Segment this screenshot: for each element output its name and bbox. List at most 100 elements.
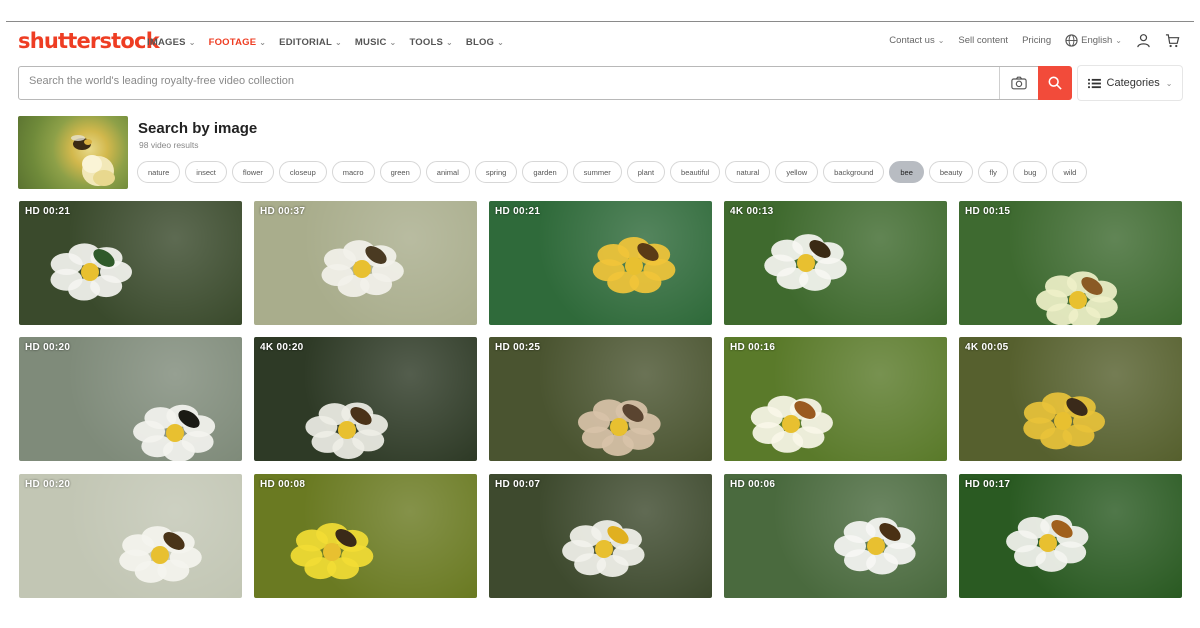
keyword-tag[interactable]: macro — [331, 161, 375, 183]
video-result-card[interactable]: HD 00:15 — [959, 201, 1182, 325]
keyword-tag[interactable]: plant — [626, 161, 666, 183]
nav-editorial[interactable]: EDITORIAL ⌄ — [279, 37, 342, 48]
nav-blog[interactable]: BLOG ⌄ — [466, 37, 504, 48]
video-duration-badge: 4K 00:13 — [730, 206, 774, 217]
video-result-card[interactable]: HD 00:20 — [19, 337, 242, 461]
keyword-tag[interactable]: closeup — [278, 161, 327, 183]
video-thumbnail-image — [1023, 392, 1105, 450]
keyword-tag[interactable]: natural — [725, 161, 771, 183]
keyword-tag[interactable]: wild — [1052, 161, 1088, 183]
keyword-tag[interactable]: insect — [185, 161, 227, 183]
keyword-tag[interactable]: nature — [137, 161, 181, 183]
keyword-tag[interactable]: green — [379, 161, 421, 183]
camera-icon — [1010, 76, 1027, 90]
video-thumbnail-image — [1036, 271, 1118, 325]
chevron-down-icon: ⌄ — [188, 38, 196, 47]
header-right-nav: Contact us ⌄ Sell content Pricing English… — [889, 33, 1180, 48]
video-result-card[interactable]: HD 00:20 — [19, 474, 242, 598]
video-duration-badge: HD 00:21 — [495, 206, 541, 217]
keyword-tag[interactable]: beautiful — [670, 161, 721, 183]
search-icon — [1048, 76, 1062, 90]
chevron-down-icon: ⌄ — [389, 38, 397, 47]
video-thumbnail-image — [750, 395, 833, 453]
video-duration-badge: HD 00:15 — [965, 206, 1011, 217]
video-result-card[interactable]: HD 00:16 — [724, 337, 947, 461]
bee-on-flower-thumbnail-image — [71, 135, 115, 186]
video-duration-badge: HD 00:16 — [730, 342, 776, 353]
keyword-tag[interactable]: bee — [889, 161, 924, 183]
shutterstock-page: shutterstock IMAGES ⌄ FOOTAGE ⌄ EDITORIAL ⌄… — [6, 0, 1194, 628]
video-thumbnail-image — [321, 240, 404, 298]
keyword-tag[interactable]: flower — [231, 161, 274, 183]
video-duration-badge: HD 00:21 — [25, 206, 71, 217]
chevron-down-icon: ⌄ — [937, 36, 945, 45]
video-result-card[interactable]: HD 00:08 — [254, 474, 477, 598]
keyword-tag[interactable]: yellow — [775, 161, 819, 183]
search-by-image-button[interactable] — [999, 67, 1037, 99]
cart-icon[interactable] — [1165, 33, 1180, 48]
keyword-tag[interactable]: garden — [522, 161, 568, 183]
pricing-link[interactable]: Pricing — [1022, 35, 1051, 46]
chevron-down-icon: ⌄ — [259, 38, 267, 47]
keyword-tag[interactable]: summer — [572, 161, 622, 183]
keyword-tag[interactable]: fly — [978, 161, 1008, 183]
nav-images[interactable]: IMAGES ⌄ — [147, 37, 196, 48]
search-button[interactable] — [1038, 66, 1072, 100]
categories-dropdown[interactable]: Categories ⌄ — [1078, 66, 1182, 100]
video-thumbnail-image — [1006, 514, 1089, 572]
query-image-thumbnail[interactable] — [18, 116, 128, 189]
video-thumbnail-image — [592, 237, 676, 294]
chevron-down-icon: ⌄ — [446, 38, 453, 47]
video-thumbnail-image — [290, 523, 374, 580]
chevron-down-icon: ⌄ — [497, 38, 505, 47]
video-result-card[interactable]: 4K 00:05 — [959, 337, 1182, 461]
contact-us-link[interactable]: Contact us ⌄ — [889, 35, 944, 46]
keyword-tag[interactable]: spring — [474, 161, 518, 183]
result-count: 98 video results — [139, 140, 199, 150]
video-result-card[interactable]: 4K 00:20 — [254, 337, 477, 461]
chevron-down-icon: ⌄ — [335, 38, 342, 47]
video-result-card[interactable]: HD 00:06 — [724, 474, 947, 598]
keyword-tag[interactable]: bug — [1012, 161, 1048, 183]
video-thumbnail-image — [577, 399, 661, 456]
search-input[interactable] — [29, 75, 989, 87]
video-duration-badge: HD 00:17 — [965, 479, 1011, 490]
nav-tools[interactable]: TOOLS ⌄ — [409, 37, 452, 48]
video-thumbnail-image — [119, 526, 202, 583]
site-header: shutterstock IMAGES ⌄ FOOTAGE ⌄ EDITORIAL ⌄… — [6, 22, 1194, 62]
nav-music[interactable]: MUSIC ⌄ — [355, 37, 397, 48]
list-icon — [1087, 78, 1101, 88]
video-thumbnail-image — [50, 243, 132, 301]
chevron-down-icon: ⌄ — [1165, 78, 1173, 88]
keyword-tag[interactable]: background — [823, 161, 885, 183]
sell-content-link[interactable]: Sell content — [958, 35, 1008, 46]
video-result-card[interactable]: HD 00:17 — [959, 474, 1182, 598]
user-account-icon[interactable] — [1136, 33, 1151, 48]
globe-icon — [1065, 34, 1078, 47]
video-duration-badge: 4K 00:20 — [260, 342, 304, 353]
keyword-tag[interactable]: beauty — [928, 161, 974, 183]
video-result-card[interactable]: HD 00:21 — [19, 201, 242, 325]
nav-footage[interactable]: FOOTAGE ⌄ — [209, 37, 267, 48]
video-result-card[interactable]: HD 00:07 — [489, 474, 712, 598]
video-duration-badge: HD 00:25 — [495, 342, 541, 353]
video-duration-badge: HD 00:37 — [260, 206, 306, 217]
video-duration-badge: HD 00:07 — [495, 479, 541, 490]
video-result-card[interactable]: HD 00:21 — [489, 201, 712, 325]
search-bar — [18, 66, 1072, 100]
video-thumbnail-image — [305, 402, 388, 459]
chevron-down-icon: ⌄ — [1115, 36, 1122, 45]
keyword-tags: nature insect flower closeup macro green anima… — [137, 161, 1088, 183]
main-nav: IMAGES ⌄ FOOTAGE ⌄ EDITORIAL ⌄ MUSIC ⌄ TOOLS… — [147, 37, 504, 48]
keyword-tag[interactable]: animal — [425, 161, 470, 183]
video-duration-badge: HD 00:20 — [25, 479, 71, 490]
video-duration-badge: HD 00:08 — [260, 479, 306, 490]
video-thumbnail-image — [834, 517, 916, 575]
shutterstock-logo[interactable]: shutterstock — [18, 29, 160, 53]
video-duration-badge: HD 00:20 — [25, 342, 71, 353]
video-result-card[interactable]: 4K 00:13 — [724, 201, 947, 325]
video-thumbnail-image — [764, 234, 847, 291]
language-selector[interactable]: English ⌄ — [1065, 34, 1122, 47]
video-result-card[interactable]: HD 00:25 — [489, 337, 712, 461]
video-result-card[interactable]: HD 00:37 — [254, 201, 477, 325]
